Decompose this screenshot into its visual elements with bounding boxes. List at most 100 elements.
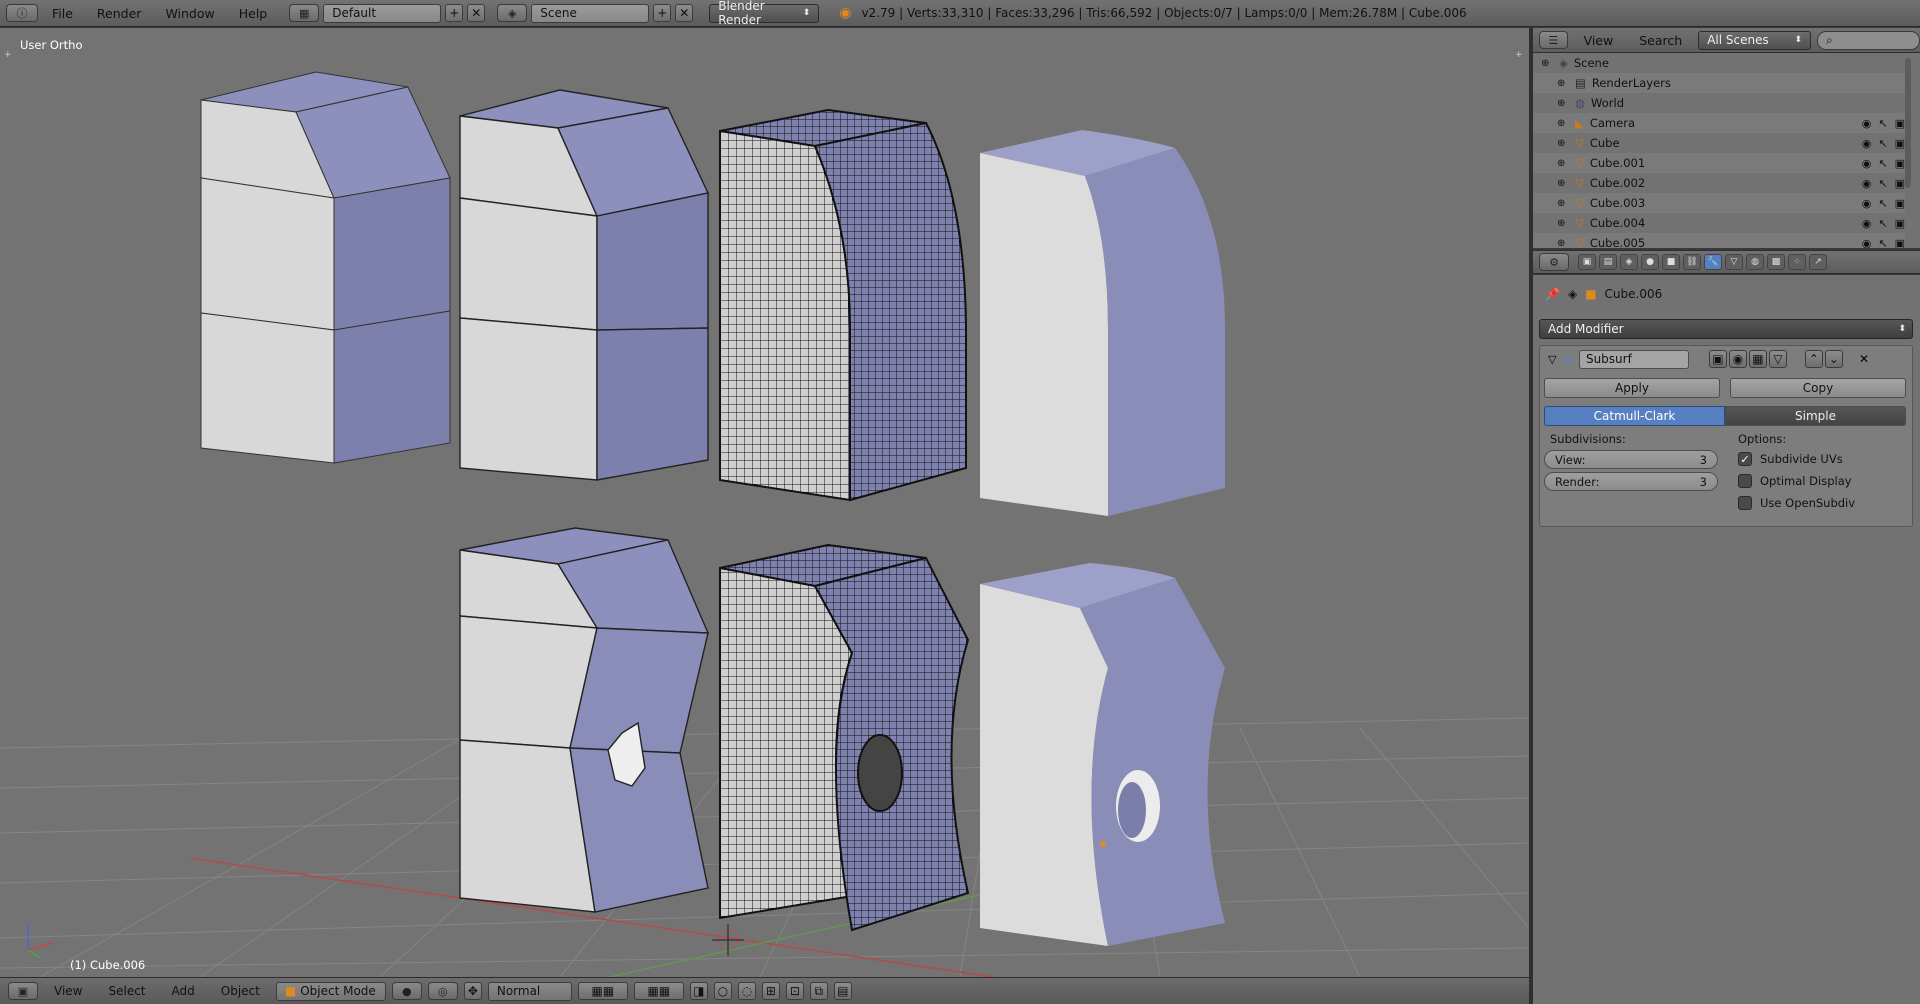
cursor-select-icon[interactable]: ↖ [1878,117,1887,130]
render-engine-dropdown[interactable]: Blender Render ⬍ [709,0,820,27]
3d-viewport[interactable]: User Ortho (1) Cube.006 + + [0,28,1529,977]
add-layout-button[interactable]: + [445,4,464,22]
mesh-cube-lowpoly-top[interactable] [200,71,451,464]
expand-toggle-icon[interactable]: ⊕ [1557,198,1571,209]
layout-selector-button[interactable]: ▦ [289,4,320,22]
menu-object[interactable]: Object [211,984,270,998]
eye-icon[interactable]: ◉ [1862,217,1872,230]
particles-tab-icon[interactable]: ⁘ [1788,254,1806,270]
cursor-select-icon[interactable]: ↖ [1878,177,1887,190]
move-down-button[interactable]: ⌄ [1824,350,1843,368]
world-tab-icon[interactable]: ● [1641,254,1659,270]
pin-icon[interactable]: 📌 [1545,287,1560,301]
outliner-editor-type-button[interactable]: ☰ [1539,31,1568,49]
editmode-toggle[interactable]: ▦ [1748,350,1767,368]
texture-tab-icon[interactable]: ▩ [1767,254,1785,270]
expand-toggle-icon[interactable]: ⊕ [1557,78,1571,89]
viewport-shading-dropdown[interactable]: ● [391,982,422,1000]
physics-tab-icon[interactable]: ↗ [1809,254,1827,270]
outliner-scrollbar[interactable] [1905,58,1911,188]
proportional-falloff-button[interactable]: ◌ [737,982,756,1000]
render-visibility-toggle[interactable]: ▣ [1708,350,1727,368]
material-tab-icon[interactable]: ◍ [1746,254,1764,270]
eye-icon[interactable]: ◉ [1862,117,1872,130]
render-camera-icon[interactable]: ▣ [1895,117,1905,130]
scene-tab-icon[interactable]: ◈ [1620,254,1638,270]
render-camera-icon[interactable]: ▣ [1895,197,1905,210]
outliner-menu-search[interactable]: Search [1629,33,1692,48]
menu-render[interactable]: Render [87,6,152,21]
eye-icon[interactable]: ◉ [1862,137,1872,150]
mesh-cube-subdivided-wire-top[interactable] [719,108,967,502]
menu-window[interactable]: Window [155,6,224,21]
render-animation-button[interactable]: ▤ [833,982,852,1000]
outliner-item[interactable]: ⊕ ▽ Cube.002 ◉ ↖ ▣ [1533,173,1905,193]
cursor-select-icon[interactable]: ↖ [1878,217,1887,230]
object-tab-icon[interactable]: ■ [1662,254,1680,270]
copy-button[interactable]: Copy [1730,378,1906,398]
snap-target-button[interactable]: ⊡ [785,982,804,1000]
viewport-corner-handle-right[interactable]: + [1515,50,1525,60]
outliner-item[interactable]: ⊕ ▽ Cube.004 ◉ ↖ ▣ [1533,213,1905,233]
apply-button[interactable]: Apply [1544,378,1720,398]
render-levels-field[interactable]: Render: 3 [1544,472,1718,491]
render-opengl-button[interactable]: ⧉ [809,982,828,1000]
expand-toggle-icon[interactable]: ⊕ [1557,158,1571,169]
menu-view[interactable]: View [44,984,92,998]
modifiers-tab-icon[interactable]: 🔧 [1704,254,1722,270]
remove-modifier-icon[interactable]: ✕ [1859,352,1869,366]
constraints-tab-icon[interactable]: ⛓ [1683,254,1701,270]
render-tab-icon[interactable]: ▣ [1578,254,1596,270]
mesh-cube-hole-smooth-bottom[interactable] [980,563,1225,946]
outliner-item[interactable]: ⊕ ▽ Cube ◉ ↖ ▣ [1533,133,1905,153]
cursor-select-icon[interactable]: ↖ [1878,237,1887,249]
viewport-visibility-toggle[interactable]: ◉ [1728,350,1747,368]
expand-toggle-icon[interactable]: ⊕ [1557,138,1571,149]
eye-icon[interactable]: ◉ [1862,197,1872,210]
use-opensubdiv-checkbox[interactable]: Use OpenSubdiv [1738,496,1855,510]
proportional-edit-button[interactable]: ○ [713,982,732,1000]
outliner-item[interactable]: ⊕ ▽ Cube.001 ◉ ↖ ▣ [1533,153,1905,173]
data-tab-icon[interactable]: ▽ [1725,254,1743,270]
outliner-item[interactable]: ⊕ ▽ Cube.003 ◉ ↖ ▣ [1533,193,1905,213]
outliner-item[interactable]: ⊕ ◍ World [1533,93,1905,113]
mesh-cube-hole-subdivided-wire-bottom[interactable] [719,543,970,932]
cursor-select-icon[interactable]: ↖ [1878,137,1887,150]
expand-toggle-icon[interactable]: ⊕ [1557,218,1571,229]
mesh-cube-hole-lowpoly-bottom[interactable] [459,527,710,913]
layers-grid-a[interactable]: ▦▦ [577,982,628,1000]
render-camera-icon[interactable]: ▣ [1895,237,1905,249]
menu-help[interactable]: Help [229,6,278,21]
collapse-triangle-icon[interactable]: ▽ [1548,353,1556,366]
mode-dropdown[interactable]: ■ Object Mode [275,981,386,1001]
outliner-search-input[interactable]: ⌕ [1817,30,1920,50]
render-camera-icon[interactable]: ▣ [1895,157,1905,170]
transform-orientation-dropdown[interactable]: Normal [487,981,572,1001]
expand-toggle-icon[interactable]: ⊕ [1557,178,1571,189]
modifier-name-field[interactable]: Subsurf [1578,349,1689,369]
render-layers-tab-icon[interactable]: ▤ [1599,254,1617,270]
eye-icon[interactable]: ◉ [1862,157,1872,170]
pivot-point-dropdown[interactable]: ◎ [427,982,458,1000]
outliner-item[interactable]: ⊕ ◈ Scene [1533,53,1905,73]
expand-toggle-icon[interactable]: ⊕ [1557,118,1571,129]
subdivide-uvs-checkbox[interactable]: ✓ Subdivide UVs [1738,452,1843,466]
eye-icon[interactable]: ◉ [1862,237,1872,249]
cage-toggle[interactable]: ▽ [1768,350,1787,368]
simple-toggle[interactable]: Simple [1725,406,1906,426]
expand-toggle-icon[interactable]: ⊕ [1557,238,1571,249]
mesh-cube-beveled-top[interactable] [459,89,710,481]
catmull-clark-toggle[interactable]: Catmull-Clark [1544,406,1725,426]
add-scene-button[interactable]: + [653,4,672,22]
layout-name-field[interactable]: Default [323,3,442,23]
manipulator-toggle[interactable]: ✥ [463,982,482,1000]
render-camera-icon[interactable]: ▣ [1895,137,1905,150]
optimal-display-checkbox[interactable]: Optimal Display [1738,474,1852,488]
lock-camera-button[interactable]: ◨ [689,982,708,1000]
eye-icon[interactable]: ◉ [1862,177,1872,190]
properties-editor-type-button[interactable]: ⚙ [1539,253,1569,271]
outliner-item[interactable]: ⊕ ▽ Cube.005 ◉ ↖ ▣ [1533,233,1905,248]
render-camera-icon[interactable]: ▣ [1895,217,1905,230]
scene-selector-button[interactable]: ◈ [497,4,528,22]
cursor-select-icon[interactable]: ↖ [1878,197,1887,210]
